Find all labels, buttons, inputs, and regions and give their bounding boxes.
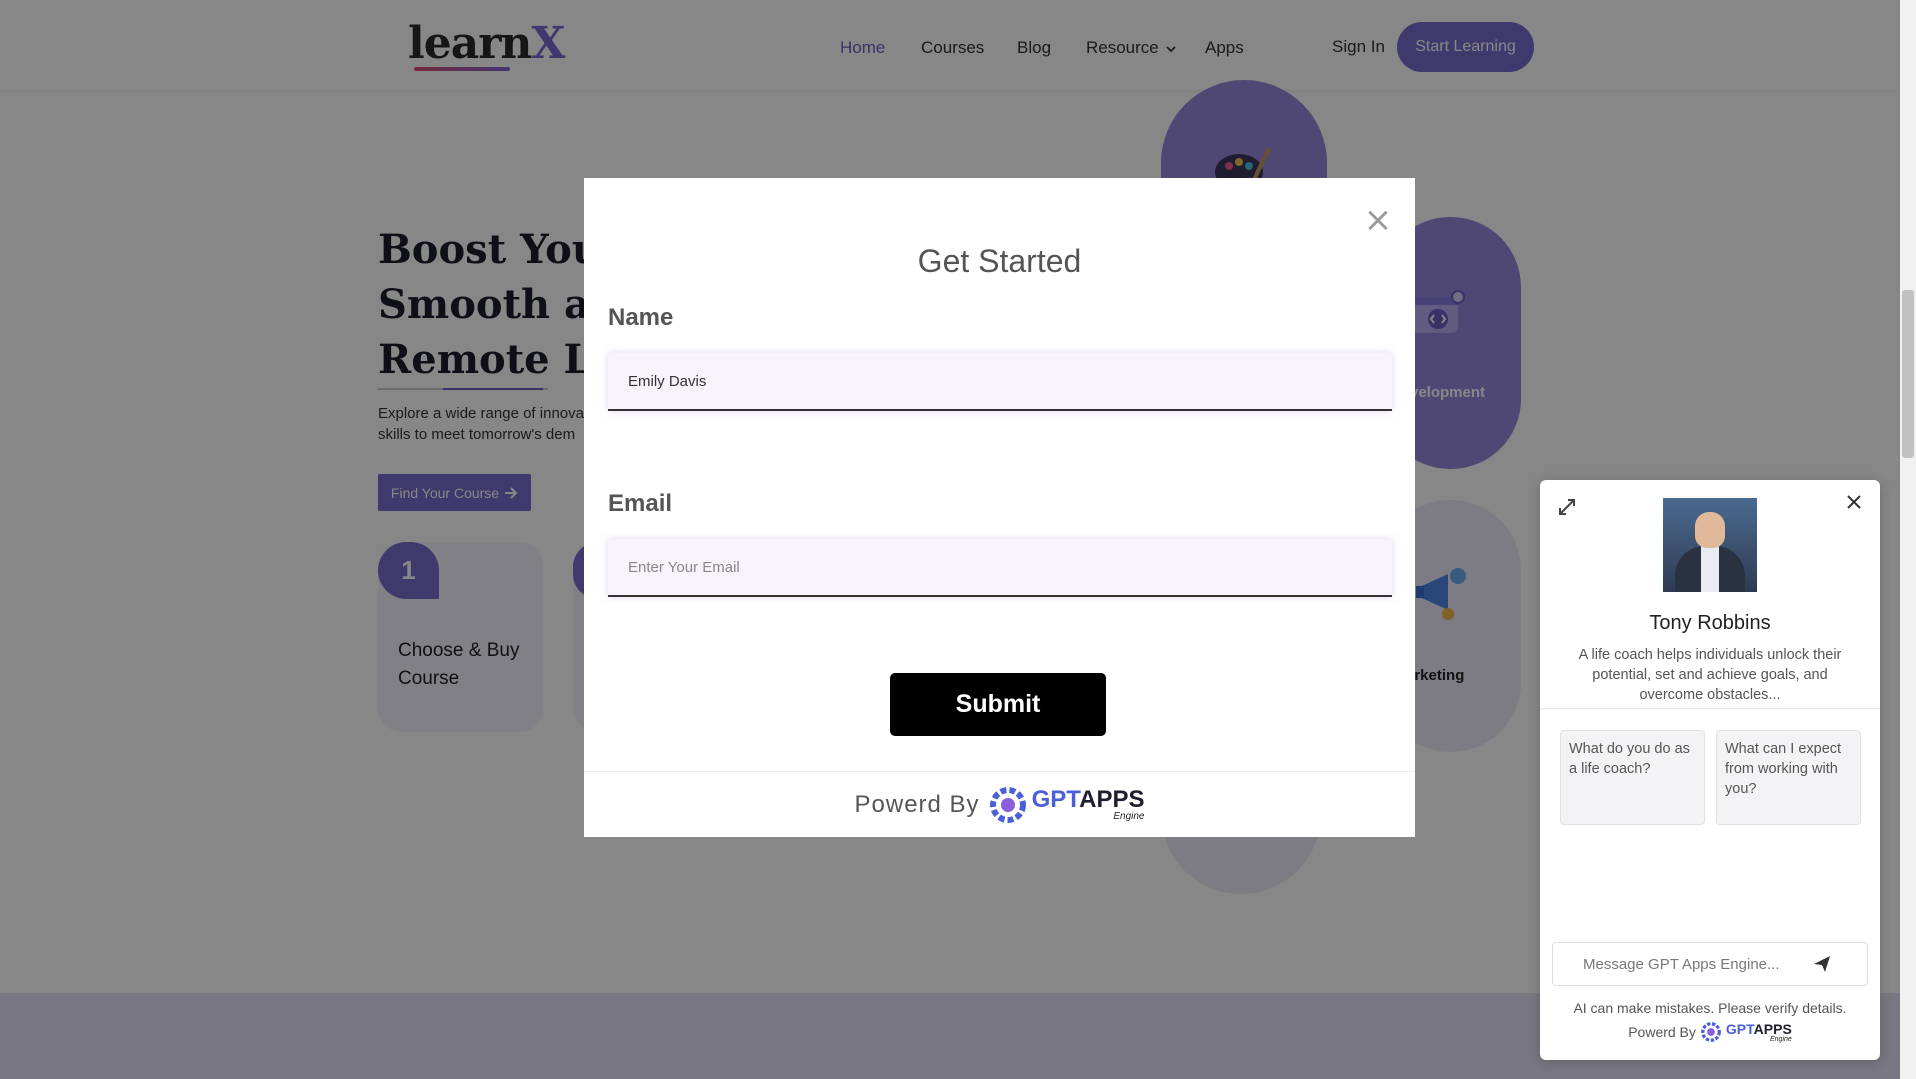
get-started-modal: × Get Started Name Email Submit Powerd B… [584, 178, 1415, 837]
chat-brand-apps: APPS [1753, 1020, 1792, 1037]
submit-button[interactable]: Submit [890, 673, 1106, 736]
brand-apps: APPS [1079, 785, 1145, 813]
chat-powered-by: Powerd By GPTAPPS Engine [1540, 1021, 1880, 1043]
email-input[interactable] [608, 539, 1392, 595]
chat-input-box[interactable] [1552, 942, 1868, 986]
name-input[interactable] [608, 353, 1392, 409]
email-label: Email [608, 490, 673, 517]
gptapps-brand[interactable]: GPTAPPS Engine [988, 785, 1145, 825]
expand-icon[interactable] [1558, 498, 1576, 516]
gptapps-gear-icon [989, 786, 1026, 823]
gptapps-gear-icon [1701, 1022, 1721, 1042]
chat-brand-sub: Engine [1769, 1035, 1792, 1043]
name-label: Name [608, 304, 674, 331]
coach-name: Tony Robbins [1649, 612, 1771, 634]
name-field[interactable] [608, 353, 1392, 411]
powered-by-text: Powerd By [854, 790, 980, 818]
email-field[interactable] [608, 539, 1392, 597]
chat-widget: Tony Robbins A life coach helps individu… [1540, 480, 1880, 1060]
chat-divider [1540, 708, 1880, 709]
suggestion-chip-1[interactable]: What do you do as a life coach? [1560, 730, 1705, 825]
send-icon[interactable] [1813, 955, 1831, 973]
brand-sub: Engine [1113, 810, 1145, 822]
chat-brand-gpt: GPT [1725, 1020, 1754, 1037]
chat-brand-name: GPTAPPS [1726, 1022, 1792, 1036]
chat-disclaimer: AI can make mistakes. Please verify deta… [1573, 1000, 1847, 1016]
brand-gpt: GPT [1031, 785, 1080, 813]
close-icon[interactable] [1846, 494, 1862, 510]
close-icon[interactable]: × [1363, 203, 1393, 237]
coach-description: A life coach helps individuals unlock th… [1578, 647, 1842, 703]
chat-powered-text: Powerd By [1628, 1024, 1696, 1040]
modal-footer: Powerd By GPTAPPS Engine [584, 771, 1415, 837]
brand-name: GPTAPPS [1031, 785, 1145, 813]
scroll-thumb[interactable] [1902, 290, 1914, 458]
modal-title: Get Started [917, 243, 1082, 279]
suggestion-chip-2[interactable]: What can I expect from working with you? [1716, 730, 1861, 825]
avatar [1663, 498, 1757, 592]
page-scrollbar[interactable] [1900, 0, 1916, 1079]
chat-message-input[interactable] [1553, 943, 1813, 985]
